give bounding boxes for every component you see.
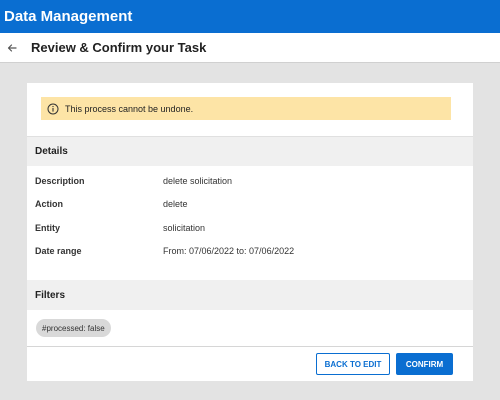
filter-chip: #processed: false <box>36 319 111 337</box>
footer-divider <box>27 346 473 347</box>
warning-banner: This process cannot be undone. <box>41 97 451 120</box>
filters-section-header: Filters <box>27 280 473 310</box>
page-header: Review & Confirm your Task <box>0 33 500 63</box>
info-circle-icon <box>47 103 59 115</box>
back-to-edit-button[interactable]: BACK TO EDIT <box>316 353 390 375</box>
detail-label: Action <box>35 199 63 209</box>
detail-label: Description <box>35 176 85 186</box>
detail-label: Date range <box>35 246 82 256</box>
detail-row-action: Action delete <box>35 196 455 212</box>
app-header: Data Management <box>0 0 500 33</box>
details-section-header: Details <box>27 136 473 166</box>
detail-label: Entity <box>35 223 61 233</box>
task-review-card: This process cannot be undone. Details D… <box>27 83 473 381</box>
back-arrow-icon[interactable] <box>5 41 19 55</box>
details-header-label: Details <box>35 146 68 157</box>
detail-value: solicitation <box>163 223 206 233</box>
detail-row-description: Description delete solicitation <box>35 173 455 189</box>
detail-value: From: 07/06/2022 to: 07/06/2022 <box>163 246 295 256</box>
confirm-button[interactable]: CONFIRM <box>396 353 453 375</box>
page-title: Review & Confirm your Task <box>31 40 207 55</box>
detail-row-date-range: Date range From: 07/06/2022 to: 07/06/20… <box>35 243 455 259</box>
warning-text: This process cannot be undone. <box>65 103 194 114</box>
detail-value: delete <box>163 199 188 209</box>
detail-value: delete solicitation <box>163 176 233 186</box>
app-title: Data Management <box>4 8 133 25</box>
filters-header-label: Filters <box>35 289 66 301</box>
detail-row-entity: Entity solicitation <box>35 220 455 236</box>
